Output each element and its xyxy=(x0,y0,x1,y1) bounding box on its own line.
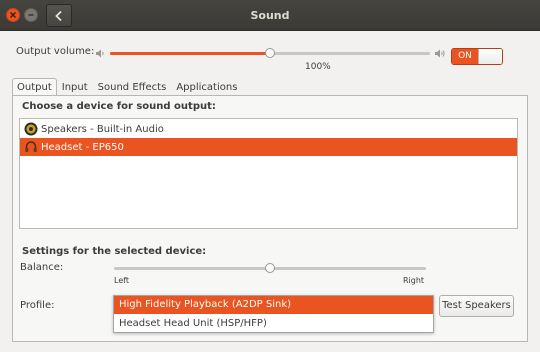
tab-input[interactable]: Input xyxy=(57,78,93,96)
output-volume-knob[interactable] xyxy=(265,48,275,58)
balance-slider[interactable] xyxy=(114,263,426,273)
test-speakers-button[interactable]: Test Speakers xyxy=(439,295,514,317)
balance-label: Balance: xyxy=(20,262,64,273)
tab-bar: Output Input Sound Effects Applications xyxy=(12,78,242,96)
output-volume-label: Output volume: xyxy=(16,46,95,57)
headset-icon xyxy=(25,141,37,152)
choose-device-heading: Choose a device for sound output: xyxy=(22,101,216,112)
balance-right-label: Right xyxy=(403,276,425,285)
balance-knob[interactable] xyxy=(265,263,275,273)
profile-label: Profile: xyxy=(20,300,55,311)
switch-on-label: ON xyxy=(452,49,478,64)
device-row-headset[interactable]: Headset - EP650 xyxy=(20,138,517,156)
output-volume-fill xyxy=(110,52,270,55)
profile-option-a2dp[interactable]: High Fidelity Playback (A2DP Sink) xyxy=(114,296,433,314)
volume-low-icon xyxy=(96,49,104,58)
volume-percent: 100% xyxy=(305,62,331,72)
profile-dropdown-menu[interactable]: High Fidelity Playback (A2DP Sink) Heads… xyxy=(113,295,434,333)
profile-option-hsp-hfp[interactable]: Headset Head Unit (HSP/HFP) xyxy=(114,315,433,333)
settings-heading: Settings for the selected device: xyxy=(22,246,207,257)
tab-applications[interactable]: Applications xyxy=(171,78,242,96)
window-title: Sound xyxy=(250,9,290,22)
output-volume-slider[interactable] xyxy=(110,48,430,58)
tab-output[interactable]: Output xyxy=(12,78,57,96)
title-bar: Sound xyxy=(0,0,540,31)
volume-high-icon xyxy=(435,49,445,58)
output-device-list[interactable]: Speakers - Built-in Audio Headset - EP65… xyxy=(19,118,518,229)
volume-on-switch[interactable]: ON xyxy=(451,48,503,65)
tab-sound-effects[interactable]: Sound Effects xyxy=(93,78,172,96)
device-name: Headset - EP650 xyxy=(41,141,124,153)
device-row-speakers[interactable]: Speakers - Built-in Audio xyxy=(20,120,517,138)
device-name: Speakers - Built-in Audio xyxy=(41,123,164,135)
speaker-icon xyxy=(24,122,38,136)
switch-thumb xyxy=(478,49,502,64)
balance-left-label: Left xyxy=(114,276,130,285)
